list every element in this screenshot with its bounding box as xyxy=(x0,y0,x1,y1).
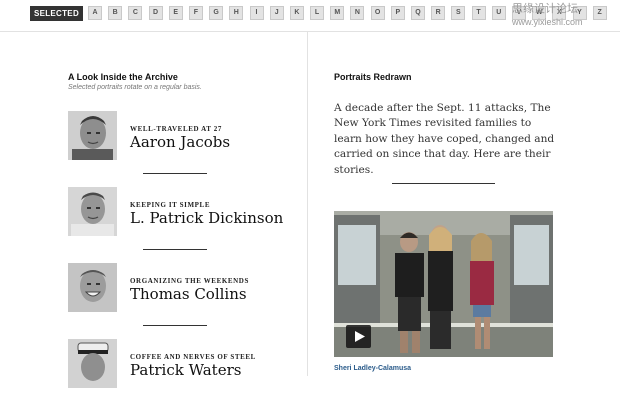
portrait-kicker: WELL-TRAVELED AT 27 xyxy=(130,125,222,133)
letter-button-c[interactable]: C xyxy=(128,6,143,20)
letter-button-r[interactable]: R xyxy=(431,6,446,20)
portraits-intro: A decade after the Sept. 11 attacks, The… xyxy=(334,102,555,176)
portrait-name-link[interactable]: L. Patrick Dickinson xyxy=(130,209,283,227)
portrait-entry[interactable]: ORGANIZING THE WEEKENDS Thomas Collins xyxy=(68,263,298,323)
video-caption-link[interactable]: Sheri Ladley-Calamusa xyxy=(334,365,411,372)
portrait-entry[interactable]: COFFEE AND NERVES OF STEEL Patrick Water… xyxy=(68,339,298,399)
video-play-button[interactable] xyxy=(346,325,371,348)
watermark-url: www.yixieshi.com xyxy=(512,17,583,27)
letter-button-j[interactable]: J xyxy=(269,6,284,20)
portrait-name-link[interactable]: Thomas Collins xyxy=(130,285,247,303)
letter-button-o[interactable]: O xyxy=(370,6,385,20)
portrait-name-link[interactable]: Patrick Waters xyxy=(130,361,241,379)
portrait-entry[interactable]: KEEPING IT SIMPLE L. Patrick Dickinson xyxy=(68,187,298,247)
portrait-name-link[interactable]: Aaron Jacobs xyxy=(130,133,230,151)
letter-button-i[interactable]: I xyxy=(249,6,264,20)
alphabet-index-bar: SELECTED A B C D E F G H I J K L M N O P… xyxy=(0,0,620,32)
selected-filter-button[interactable]: SELECTED xyxy=(30,6,83,21)
portrait-kicker: KEEPING IT SIMPLE xyxy=(130,201,211,209)
letter-button-h[interactable]: H xyxy=(229,6,244,20)
portrait-photo[interactable] xyxy=(68,111,117,160)
letter-button-s[interactable]: S xyxy=(451,6,466,20)
letter-button-q[interactable]: Q xyxy=(411,6,425,20)
video-player[interactable] xyxy=(334,211,553,357)
watermark-text: 思缘设计论坛 xyxy=(512,3,578,15)
entry-separator xyxy=(143,173,207,174)
entry-separator xyxy=(143,325,207,326)
letter-button-b[interactable]: B xyxy=(108,6,123,20)
letter-button-g[interactable]: G xyxy=(209,6,224,20)
portrait-kicker: COFFEE AND NERVES OF STEEL xyxy=(130,353,256,361)
portrait-photo[interactable] xyxy=(68,263,117,312)
letter-button-k[interactable]: K xyxy=(289,6,304,20)
section-separator xyxy=(392,183,495,184)
entry-separator xyxy=(143,249,207,250)
letter-button-a[interactable]: A xyxy=(88,6,102,20)
site-watermark: 思缘设计论坛 www.yixieshi.com xyxy=(512,3,620,28)
portrait-photo[interactable] xyxy=(68,339,117,388)
letter-button-n[interactable]: N xyxy=(350,6,365,20)
letter-button-t[interactable]: T xyxy=(471,6,486,20)
letter-button-e[interactable]: E xyxy=(168,6,183,20)
letter-button-l[interactable]: L xyxy=(310,6,325,20)
portraits-heading: Portraits Redrawn xyxy=(334,72,412,82)
play-icon xyxy=(355,331,365,342)
letter-button-f[interactable]: F xyxy=(188,6,203,20)
archive-subheading: Selected portraits rotate on a regular b… xyxy=(68,84,202,91)
letter-button-m[interactable]: M xyxy=(330,6,345,20)
portrait-photo[interactable] xyxy=(68,187,117,236)
letter-button-u[interactable]: U xyxy=(491,6,506,20)
portrait-entry[interactable]: WELL-TRAVELED AT 27 Aaron Jacobs xyxy=(68,111,298,171)
column-divider xyxy=(307,31,308,376)
letter-button-p[interactable]: P xyxy=(390,6,405,20)
archive-heading: A Look Inside the Archive xyxy=(68,72,178,82)
portrait-kicker: ORGANIZING THE WEEKENDS xyxy=(130,277,249,285)
letter-button-d[interactable]: D xyxy=(148,6,163,20)
